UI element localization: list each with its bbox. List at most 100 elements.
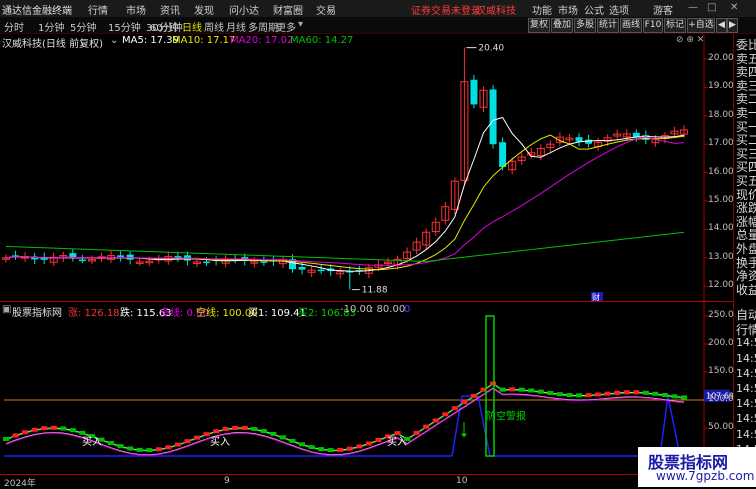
- period-multi[interactable]: 多周期: [248, 19, 278, 34]
- period-1min[interactable]: 1分钟: [38, 19, 64, 34]
- period-monthly[interactable]: 月线: [226, 19, 246, 34]
- period-intraday[interactable]: 分时: [4, 19, 24, 34]
- candle-body: [260, 261, 268, 263]
- dropdown-icon[interactable]: ▾: [298, 19, 303, 30]
- ind-block: [289, 438, 296, 443]
- quote-field-label: 收益: [736, 282, 756, 297]
- menu-right-formula[interactable]: 公式: [584, 2, 604, 17]
- ind-block: [509, 387, 516, 392]
- ind-block: [681, 395, 688, 400]
- price-tick: 16.00: [708, 166, 734, 177]
- ind-block: [3, 436, 9, 441]
- price-tick: 19.00: [708, 81, 734, 92]
- ind-block: [633, 390, 640, 395]
- ind-block: [213, 429, 220, 434]
- candle-body: [298, 266, 306, 270]
- candle-body: [575, 137, 583, 142]
- nav-next-icon[interactable]: ▶: [727, 18, 738, 33]
- menu-right-function[interactable]: 功能: [532, 2, 552, 17]
- period-daily[interactable]: 日线: [182, 19, 202, 34]
- ind-block: [241, 425, 248, 430]
- menu-item-trade[interactable]: 交易: [316, 2, 336, 17]
- trade-tick-label: 14:5: [736, 382, 756, 395]
- login-notice[interactable]: 证券交易未登录: [411, 2, 481, 17]
- x-label-month-9: 9: [224, 476, 230, 486]
- quote-side-panel: 委比 卖五 卖四 卖三 卖二 卖一 买一 买二 买三 买四 买五 现价 涨跌 涨幅 总量 外盘 换手 净资 收益 自动…: [733, 34, 756, 487]
- period-bar: 分时 1分钟 5分钟 15分钟 30分钟 60分钟 日线 周线 月线 多周期 更…: [0, 17, 756, 34]
- menu-item-fortune[interactable]: 财富圈: [273, 2, 303, 17]
- ind-block: [327, 448, 334, 453]
- ind-block: [165, 445, 172, 450]
- candle-body: [585, 139, 593, 144]
- btn-stats[interactable]: 统计: [597, 18, 619, 33]
- ind-tick: 50.00: [708, 422, 734, 432]
- ind-block: [12, 433, 19, 438]
- stock-tag: 汉威科技: [476, 6, 516, 17]
- menu-item-quotes[interactable]: 行情: [88, 2, 108, 17]
- menu-right-guest[interactable]: 游客: [653, 2, 673, 17]
- maximize-icon[interactable]: □: [707, 2, 716, 13]
- btn-overlay[interactable]: 叠加: [551, 18, 573, 33]
- menu-item-discover[interactable]: 发现: [194, 2, 214, 17]
- ind-block: [661, 393, 668, 398]
- ind-block: [50, 425, 57, 430]
- low-label: 11.88: [362, 286, 388, 296]
- period-more[interactable]: 更多: [276, 19, 296, 34]
- x-label-month-10: 10: [456, 476, 468, 486]
- price-tick: 20.00: [708, 53, 734, 63]
- ind-block: [614, 390, 621, 395]
- candle-body: [470, 79, 478, 105]
- ind-block: [41, 426, 48, 431]
- menu-item-market[interactable]: 市场: [126, 2, 146, 17]
- warning-label: 防空警报: [486, 410, 526, 423]
- ind-block: [461, 400, 468, 404]
- menu-item-news[interactable]: 资讯: [160, 2, 180, 17]
- price-tick: 17.00: [708, 138, 734, 149]
- ind-block: [69, 428, 76, 433]
- menu-item-xiaoda[interactable]: 问小达: [229, 2, 259, 17]
- minimize-icon[interactable]: —: [688, 2, 698, 13]
- period-weekly[interactable]: 周线: [204, 19, 224, 34]
- menu-right-options[interactable]: 选项: [609, 2, 629, 17]
- btn-mark[interactable]: 标记: [664, 18, 686, 33]
- ind-block: [623, 390, 630, 395]
- ind-block: [251, 426, 258, 431]
- ind-block: [270, 431, 277, 436]
- trade-tick-label: 14:5: [736, 397, 756, 411]
- nav-prev-icon[interactable]: ◀: [716, 18, 727, 33]
- menu-right-market[interactable]: 市场: [558, 2, 578, 17]
- close-icon[interactable]: ✕: [730, 2, 738, 13]
- ind-block: [566, 393, 573, 398]
- candle-body: [117, 255, 125, 257]
- btn-add-watchlist[interactable]: +自选: [687, 18, 715, 33]
- ind-block: [174, 442, 181, 447]
- ind-block: [556, 392, 563, 397]
- btn-f10[interactable]: F10: [643, 18, 663, 33]
- ind-block: [537, 389, 544, 394]
- ind-block: [652, 391, 659, 396]
- ind-block: [127, 446, 134, 451]
- ind-block: [136, 447, 143, 452]
- kline-chart[interactable]: 20.40 11.88 财: [0, 34, 733, 301]
- candle-body: [78, 259, 86, 262]
- watermark-logo: 股票指标网 www.7gpzb.com: [638, 447, 756, 487]
- ind-block: [194, 435, 200, 440]
- indicator-chart[interactable]: 买入买入买入防空警报© 股票107.69: [0, 302, 733, 474]
- period-15min[interactable]: 15分钟: [108, 19, 141, 34]
- period-60min[interactable]: 60分钟: [150, 19, 183, 34]
- period-5min[interactable]: 5分钟: [70, 19, 96, 34]
- ind-block: [184, 439, 191, 444]
- ind-line-0: [5, 383, 685, 451]
- btn-fuquan[interactable]: 复权: [528, 18, 550, 33]
- trade-tick-label: 14:5: [736, 351, 756, 365]
- ind-block: [365, 441, 372, 446]
- ind-block: [22, 430, 29, 435]
- price-tick: 15.00: [708, 195, 734, 205]
- btn-multi-stock[interactable]: 多股: [574, 18, 596, 33]
- ind-block: [356, 444, 363, 449]
- ind-block: [337, 447, 344, 452]
- ind-block: [528, 388, 535, 393]
- price-tick: 14.00: [708, 223, 734, 234]
- menu-bar: 通达信金融终端 行情 市场 资讯 发现 问小达 财富圈 交易 证券交易未登录 汉…: [0, 0, 756, 18]
- btn-draw[interactable]: 画线: [620, 18, 642, 33]
